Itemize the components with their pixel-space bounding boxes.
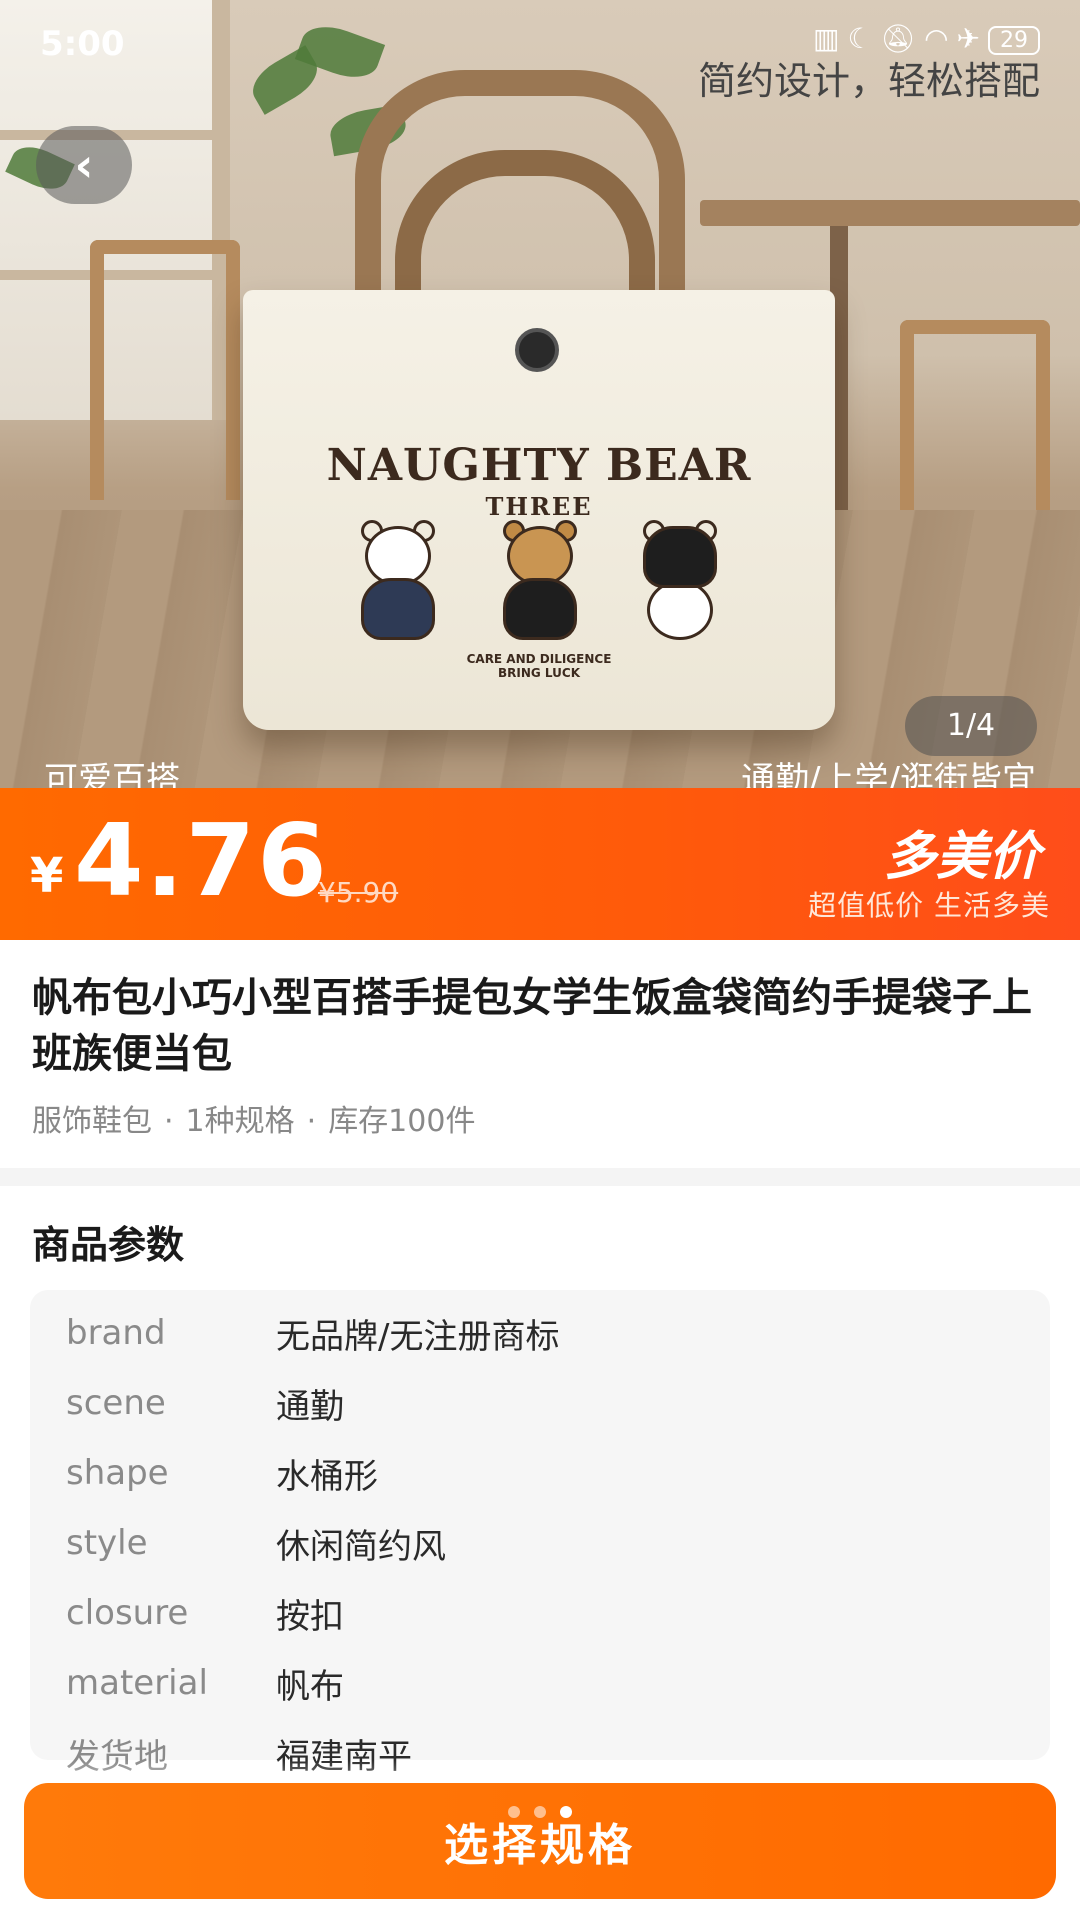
airplane-icon: ✈ [956,22,988,55]
product-title: 帆布包小巧小型百搭手提包女学生饭盒袋简约手提袋子上班族便当包 [32,975,1032,1077]
param-row: brand 无品牌/无注册商标 [66,1298,1006,1368]
product-info: 帆布包小巧小型百搭手提包女学生饭盒袋简约手提袋子上班族便当包 服饰鞋包 · 1种规格… [0,940,1080,1168]
select-spec-label: 选择规格 [444,1820,636,1871]
wifi-icon: ◠ [924,22,957,55]
promo-title: 多美价 [883,827,1040,887]
status-icons: ▥☾🔕︎◠✈ 29 [813,22,1040,55]
price-banner: ¥ 4.76 ¥5.90 多美价 超值低价 生活多美 [0,788,1080,940]
bear-illustration [485,520,595,646]
param-row: scene 通勤 [66,1368,1006,1438]
currency-symbol: ¥ [30,848,64,904]
tote-bag-image: NAUGHTY BEAR THREE CARE AND DILIGENCE BR… [243,290,835,730]
param-key: scene [66,1383,166,1423]
product-category: 服饰鞋包 [32,1104,152,1139]
original-price: ¥5.90 [318,876,399,909]
moon-icon: ☾ [847,22,881,55]
bag-print-footer: CARE AND DILIGENCE BRING LUCK [466,652,612,680]
param-key: closure [66,1593,189,1633]
param-key: shape [66,1453,169,1493]
params-table: brand 无品牌/无注册商标 scene 通勤 shape 水桶形 style… [30,1290,1050,1777]
param-key: material [66,1663,208,1703]
param-key: brand [66,1313,166,1353]
param-row: style 休闲简约风 [66,1508,1006,1578]
page-indicator-dots [508,1806,572,1818]
current-price: 4.76 [74,802,329,919]
bag-print-subtitle: THREE [485,492,593,521]
param-value: 水桶形 [276,1456,378,1497]
image-counter: 1/4 [905,696,1037,756]
param-value: 休闲简约风 [276,1526,446,1567]
product-stock: 库存100件 [328,1104,476,1139]
mute-icon: 🔕︎ [880,22,925,55]
param-value: 通勤 [276,1386,344,1427]
battery-icon: 29 [988,25,1040,55]
param-row: shape 水桶形 [66,1438,1006,1508]
product-image-carousel[interactable]: NAUGHTY BEAR THREE CARE AND DILIGENCE BR… [0,0,1080,788]
bear-illustration [343,520,453,646]
select-spec-button[interactable]: 选择规格 [24,1783,1056,1899]
status-time: 5:00 [40,24,125,64]
section-divider [0,1168,1080,1186]
param-value: 帆布 [276,1666,344,1707]
status-bar: 5:00 ▥☾🔕︎◠✈ 29 [0,0,1080,80]
params-heading: 商品参数 [32,1223,185,1267]
param-row: material 帆布 [66,1648,1006,1718]
snap-button-graphic [515,328,559,372]
promo-subtitle: 超值低价 生活多美 [808,889,1050,922]
hero-caption-bottom-left: 可爱百搭 [44,760,180,788]
back-button[interactable]: ‹ [36,126,132,204]
nfc-icon: ▥ [812,22,848,55]
param-value: 按扣 [276,1596,344,1637]
meta-separator: · [306,1104,317,1139]
param-value: 无品牌/无注册商标 [276,1316,560,1357]
product-spec-count: 1种规格 [185,1104,295,1139]
meta-separator: · [164,1104,174,1139]
bag-print-title: NAUGHTY BEAR [326,440,752,491]
bear-illustration [625,520,735,646]
param-row: closure 按扣 [66,1578,1006,1648]
chevron-left-icon: ‹ [74,138,94,192]
product-meta: 服饰鞋包 · 1种规格 · 库存100件 [32,1096,475,1140]
param-key: style [66,1523,148,1563]
hero-caption-bottom-right: 通勤/上学/逛街皆宜 [741,760,1036,788]
